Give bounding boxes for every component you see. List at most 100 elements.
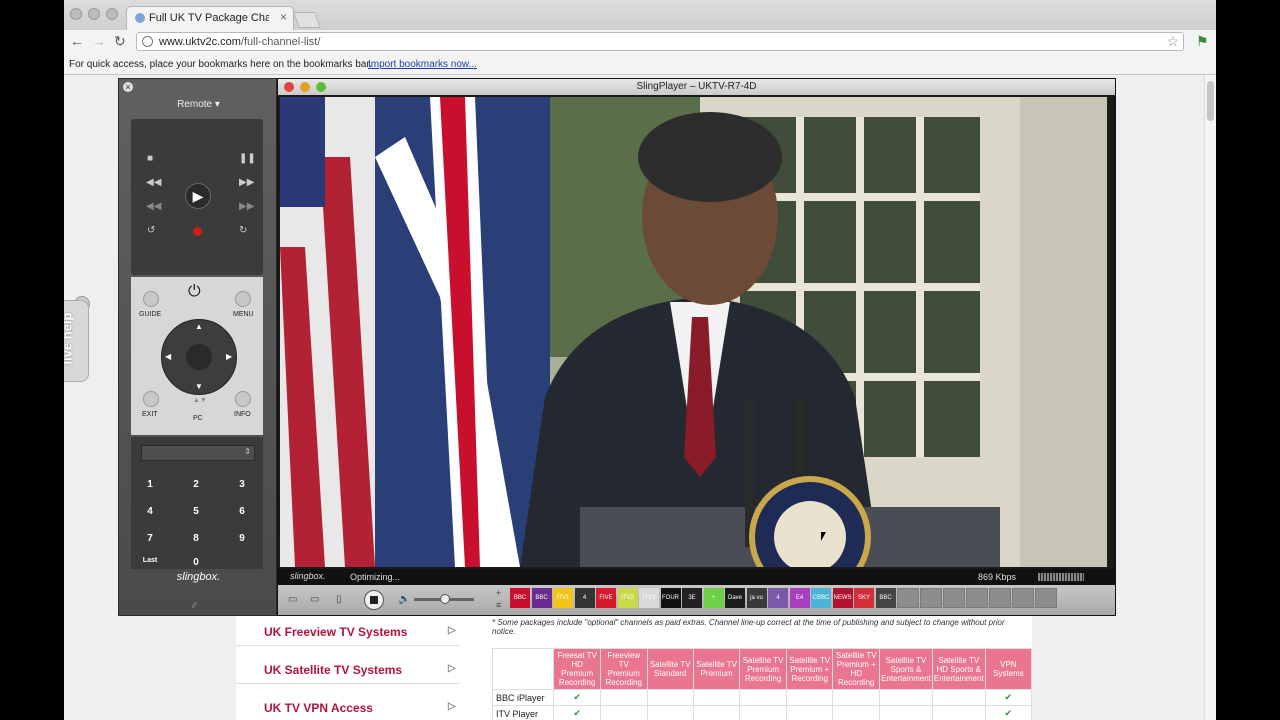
guide-button[interactable] (143, 291, 159, 307)
channel-logo-button[interactable]: ITV1 (553, 588, 573, 608)
channel-add-icon[interactable]: + (496, 588, 501, 598)
ok-button[interactable] (186, 344, 212, 370)
play-button[interactable]: ▶ (185, 183, 211, 209)
empty-channel-slot[interactable] (1012, 588, 1034, 608)
volume-icon[interactable]: 🔈 (398, 594, 410, 605)
fast-forward-icon[interactable]: ▶▶ (239, 177, 254, 188)
info-button[interactable] (235, 391, 251, 407)
empty-channel-slot[interactable] (989, 588, 1011, 608)
player-stop-button[interactable] (364, 590, 384, 610)
num-button[interactable]: 2 (186, 479, 206, 490)
channel-list-icon[interactable]: ≡ (496, 600, 501, 610)
table-header-cell: Freesat TV HD Premium Recording (553, 648, 601, 690)
video-frame[interactable] (280, 97, 1107, 567)
empty-channel-slot[interactable] (897, 588, 919, 608)
remote-title[interactable]: Remote ▾ (119, 99, 278, 110)
reload-icon[interactable]: ↻ (114, 33, 126, 50)
channel-logo-button[interactable]: BBC (875, 588, 896, 608)
channel-logo-button[interactable]: BBC ONE (510, 588, 530, 608)
window-minimize-button[interactable] (88, 8, 100, 20)
remote-toggle-icon[interactable]: ▯ (336, 594, 342, 605)
num-button[interactable]: 3 (232, 479, 252, 490)
browser-tab[interactable]: Full UK TV Package Channel × (126, 6, 294, 30)
stop-icon[interactable]: ■ (147, 153, 153, 164)
bookmark-star-icon[interactable]: ☆ (1166, 33, 1179, 50)
player-titlebar[interactable]: SlingPlayer – UKTV-R7-4D (278, 79, 1115, 95)
browser-toolbar: ← → ↻ www.uktv2c.com/full-channel-list/ … (64, 30, 1216, 54)
channel-logo-button[interactable]: ITV2 (617, 588, 638, 608)
window-close-button[interactable] (70, 8, 82, 20)
num-button[interactable]: 6 (232, 506, 252, 517)
info-label: INFO (234, 411, 251, 418)
empty-channel-slot[interactable] (943, 588, 965, 608)
num-button[interactable]: 8 (186, 533, 206, 544)
channel-logo-button[interactable]: NEWS (832, 588, 853, 608)
empty-channel-slot[interactable] (1035, 588, 1057, 608)
channel-logo-button[interactable]: CBBC (811, 588, 831, 608)
arrow-down-icon[interactable]: ▼ (195, 382, 203, 391)
skip-back-icon[interactable]: ◀◀ (146, 201, 161, 212)
table-cell (739, 705, 787, 720)
channel-logo-button[interactable]: FIVE (596, 588, 616, 608)
replay-icon[interactable]: ↺ (147, 225, 155, 236)
directional-pad[interactable]: ▲ ▼ ◀ ▶ (161, 319, 237, 395)
num-button[interactable]: 1 (140, 479, 160, 490)
channel-logo-button[interactable]: ja vu (746, 588, 767, 608)
channel-logo-button[interactable]: BBC TWO (531, 588, 552, 608)
volume-knob[interactable] (440, 594, 450, 604)
empty-channel-slot[interactable] (920, 588, 942, 608)
transport-controls: ■ ❚❚ ◀◀ ▶▶ ▶ ◀◀ ▶▶ ↺ ↻ (131, 119, 263, 275)
record-button[interactable] (193, 227, 202, 236)
arrow-up-icon[interactable]: ▲ (195, 322, 203, 331)
num-button[interactable]: 7 (140, 533, 160, 544)
channel-logo-button[interactable]: + (703, 588, 724, 608)
last-button[interactable]: Last (134, 557, 166, 569)
page-arrows-icon[interactable]: ▲▼ (193, 397, 207, 404)
arrow-left-icon[interactable]: ◀ (165, 352, 171, 361)
empty-channel-slot[interactable] (966, 588, 988, 608)
num-button[interactable]: 9 (232, 533, 252, 544)
arrow-right-icon[interactable]: ▶ (226, 352, 232, 361)
exit-button[interactable] (143, 391, 159, 407)
chevron-right-icon: ▷ (448, 625, 456, 636)
live-help-tab[interactable]: live help (64, 300, 89, 382)
volume-slider[interactable] (414, 594, 474, 604)
channel-logo-button[interactable]: 4 (574, 588, 595, 608)
power-icon[interactable]: ⏻ (188, 283, 201, 301)
back-arrow-icon[interactable]: ← (70, 33, 84, 49)
channel-select[interactable]: ⇕ (141, 445, 255, 461)
address-bar[interactable]: www.uktv2c.com/full-channel-list/ ☆ (136, 32, 1184, 51)
num-button[interactable]: 4 (140, 506, 160, 517)
channel-logo-button[interactable]: 4 (768, 588, 788, 608)
extension-icon[interactable]: ⚑ (1196, 33, 1209, 50)
stream-status: Optimizing... (350, 572, 401, 582)
import-bookmarks-link[interactable]: Import bookmarks now... (368, 59, 477, 70)
channel-logo-button[interactable]: Dave (725, 588, 745, 608)
window-zoom-button[interactable] (106, 8, 118, 20)
new-tab-button[interactable] (293, 12, 321, 28)
menu-item-freeview[interactable]: UK Freeview TV Systems ▷ (236, 617, 460, 646)
channel-logo-button[interactable]: SKY NEWS (854, 588, 874, 608)
tab-close-icon[interactable]: × (280, 10, 287, 24)
channel-logo-button[interactable]: 3E (682, 588, 702, 608)
num-button[interactable]: 0 (186, 557, 206, 569)
channel-logo-button[interactable]: FOUR (660, 588, 681, 608)
forward-arrow-icon[interactable]: → (92, 33, 106, 49)
us-flag-canton (280, 97, 325, 207)
pause-icon[interactable]: ❚❚ (239, 153, 256, 164)
channel-logo-button[interactable]: ITV3 (639, 588, 659, 608)
num-button[interactable]: 5 (186, 506, 206, 517)
rewind-icon[interactable]: ◀◀ (146, 177, 161, 188)
scrollbar-thumb[interactable] (1207, 81, 1214, 121)
page-scrollbar[interactable] (1204, 75, 1216, 720)
menu-item-satellite[interactable]: UK Satellite TV Systems ▷ (236, 655, 460, 684)
menu-item-vpn[interactable]: UK TV VPN Access ▷ (236, 693, 460, 720)
channel-logo-button[interactable]: E4 (789, 588, 810, 608)
remote-close-icon[interactable]: × (123, 82, 133, 92)
skip-forward-icon[interactable]: ▶▶ (239, 201, 254, 212)
resize-grip-icon[interactable]: ⁄⁄ (193, 601, 196, 610)
sidebar-toggle-icon[interactable]: ▭ (288, 594, 297, 605)
pip-toggle-icon[interactable]: ▭ (310, 594, 319, 605)
instant-forward-icon[interactable]: ↻ (239, 225, 247, 236)
menu-button[interactable] (235, 291, 251, 307)
